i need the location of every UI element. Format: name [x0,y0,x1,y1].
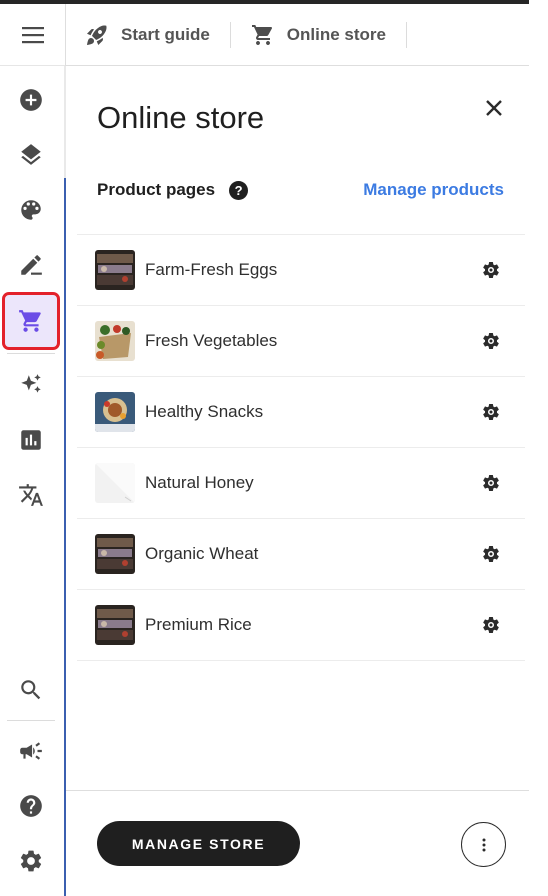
list-item[interactable]: Premium Rice [77,590,525,661]
online-store-panel: Online store Product pages ? Manage prod… [66,66,529,896]
rail-layers-button[interactable] [5,129,57,181]
product-thumbnail [95,463,135,503]
cart-icon [19,310,41,332]
rail-ai-button[interactable] [5,359,57,411]
list-item[interactable]: Fresh Vegetables [77,306,525,377]
rail-store-button[interactable] [2,292,60,350]
cart-icon [251,24,272,45]
list-item[interactable]: Farm-Fresh Eggs [77,235,525,306]
product-settings-button[interactable] [481,473,501,493]
tab-online-store-label: Online store [286,24,386,44]
rail-analytics-button[interactable] [5,414,57,466]
product-name: Fresh Vegetables [145,331,278,350]
product-name: Premium Rice [145,615,252,634]
rail-design-button[interactable] [5,184,57,236]
rail-add-button[interactable] [5,74,57,126]
tab-start-guide-label: Start guide [121,24,210,44]
megaphone-icon [20,742,42,760]
panel-title: Online store [97,100,265,135]
topbar-divider [405,21,407,48]
settings-icon [20,850,42,872]
top-bar: Start guide Online store [65,4,529,66]
rail-edit-button[interactable] [5,239,57,291]
product-settings-button[interactable] [481,331,501,351]
product-name: Farm-Fresh Eggs [145,260,278,279]
translate-icon [19,484,43,506]
product-thumbnail [95,321,135,361]
section-label: Product pages [97,180,216,199]
analytics-icon [21,430,41,450]
gear-icon [483,261,499,278]
rail-translate-button[interactable] [5,469,57,521]
product-name: Healthy Snacks [145,402,264,421]
tab-online-store[interactable]: Online store [231,4,406,65]
gear-icon [483,474,499,491]
gear-icon [483,403,499,420]
palette-icon [21,200,41,220]
product-settings-button[interactable] [481,260,501,280]
product-list: Farm-Fresh Eggs Fresh Vegetables Healthy… [77,234,525,661]
product-name: Organic Wheat [145,544,259,563]
add-circle-icon [20,89,42,111]
product-thumbnail [95,392,135,432]
list-item[interactable]: Healthy Snacks [77,377,525,448]
more-vert-icon [482,838,485,851]
gear-icon [483,546,499,562]
product-settings-button[interactable] [481,615,501,635]
menu-icon [21,26,44,43]
close-button[interactable] [480,94,508,122]
product-pages-header: Product pages ? [97,180,249,200]
product-settings-button[interactable] [481,544,501,564]
rocket-icon [87,24,107,45]
rail-announcements-button[interactable] [5,725,57,777]
footer-divider [66,790,529,791]
rail-help-button[interactable] [5,780,57,832]
help-icon [20,795,42,817]
manage-store-button[interactable]: MANAGE STORE [97,821,300,866]
hamburger-menu-button[interactable] [0,4,65,66]
list-item[interactable]: Organic Wheat [77,519,525,590]
layers-icon [21,144,41,165]
sparkle-icon [21,374,41,393]
product-thumbnail [95,605,135,645]
product-thumbnail [95,250,135,290]
left-rail [0,4,65,896]
more-options-button[interactable] [461,822,506,867]
search-icon [21,680,41,700]
gear-icon [483,332,499,349]
rail-settings-button[interactable] [5,835,57,887]
product-name: Natural Honey [145,473,254,492]
manage-products-link[interactable]: Manage products [363,180,504,200]
list-item[interactable]: Natural Honey [77,448,525,519]
gear-icon [483,617,499,633]
help-icon[interactable]: ? [229,180,249,200]
tab-start-guide[interactable]: Start guide [65,4,230,65]
rail-search-button[interactable] [5,664,57,716]
rail-divider [7,353,55,354]
edit-icon [21,255,42,275]
rail-divider [7,720,55,721]
product-settings-button[interactable] [481,402,501,422]
close-icon [486,100,502,116]
product-thumbnail [95,534,135,574]
